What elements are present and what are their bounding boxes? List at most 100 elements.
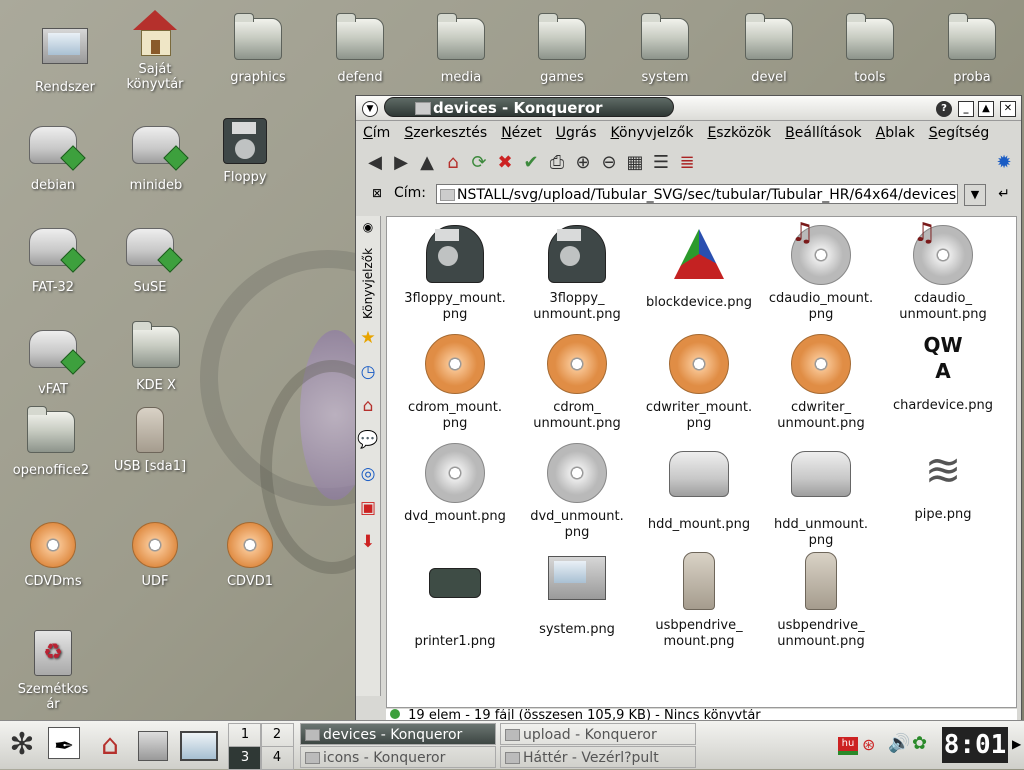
zoom-out-icon[interactable]: ⊖ — [598, 152, 620, 174]
pager-desktop-3[interactable]: 3 — [228, 746, 262, 770]
minimize-icon[interactable]: _ — [958, 101, 974, 117]
file-item[interactable]: usbpendrive_ mount.png — [639, 550, 759, 650]
file-item[interactable]: printer1.png — [395, 550, 515, 650]
settings-icon[interactable]: ✹ — [993, 152, 1015, 174]
menu-eszk-z-k[interactable]: Eszközök — [700, 122, 778, 146]
desktop-icon-debian[interactable]: debian — [8, 116, 98, 193]
desktop-icon-defend[interactable]: defend — [315, 12, 405, 85]
pager-desktop-4[interactable]: 4 — [260, 746, 294, 770]
desktop-icon-cdvdms[interactable]: CDVDms — [8, 520, 98, 589]
keyboard-layout-indicator[interactable]: hu — [838, 737, 858, 755]
home-icon[interactable]: ⌂ — [442, 152, 464, 174]
desktop-icon-kde-x[interactable]: KDE X — [111, 320, 201, 393]
menu-ablak[interactable]: Ablak — [869, 122, 922, 146]
forward-icon[interactable]: ▶ — [390, 152, 412, 174]
task-button[interactable]: icons - Konqueror — [300, 746, 496, 768]
maximize-icon[interactable]: ▲ — [978, 101, 994, 117]
desktop-icon-saj-t-k-nyvt-r[interactable]: Saját könyvtár — [110, 8, 200, 92]
desktop-icon-games[interactable]: games — [517, 12, 607, 85]
file-item[interactable]: hdd_mount.png — [639, 441, 759, 533]
network-icon[interactable]: ◎ — [356, 464, 380, 498]
history-icon[interactable]: ◷ — [356, 362, 380, 396]
task-button[interactable]: upload - Konqueror — [500, 723, 696, 745]
close-icon[interactable]: ✕ — [1000, 101, 1016, 117]
folder-red-icon[interactable]: ▣ — [356, 498, 380, 532]
kde-menu-icon[interactable]: ✻ — [4, 727, 40, 763]
editor-icon[interactable]: ✒ — [48, 727, 80, 760]
help-icon[interactable]: ? — [936, 101, 952, 117]
desktop-icon-proba[interactable]: proba — [927, 12, 1017, 85]
menu-szerkeszt-s[interactable]: Szerkesztés — [397, 122, 494, 146]
file-item[interactable]: cdwriter_ unmount.png — [761, 332, 881, 432]
window-menu-icon[interactable]: ▼ — [362, 101, 378, 117]
network-tray-icon[interactable]: ⊛ — [862, 735, 875, 754]
accept-icon[interactable]: ✔ — [520, 152, 542, 174]
desktop-icon-rendszer[interactable]: Rendszer — [20, 22, 110, 95]
desktop-icon-vfat[interactable]: vFAT — [8, 320, 98, 397]
file-item[interactable]: ≋ pipe.png — [883, 441, 1003, 523]
task-button[interactable]: Háttér - Vezérl?pult — [500, 746, 696, 768]
location-input[interactable]: NSTALL/svg/upload/Tubular_SVG/sec/tubula… — [436, 184, 958, 204]
file-item[interactable]: QW A chardevice.png — [883, 332, 1003, 414]
up-icon[interactable]: ▲ — [416, 152, 438, 174]
taskbar-scroll-icon[interactable]: ▶ — [1012, 737, 1021, 751]
file-item[interactable]: 3floppy_ unmount.png — [517, 223, 637, 323]
file-item[interactable]: 3floppy_mount. png — [395, 223, 515, 323]
chat-icon[interactable]: 💬 — [356, 430, 380, 464]
clock[interactable]: 8:01 — [942, 727, 1008, 763]
menu-k-nyvjelz-k[interactable]: Könyvjelzők — [604, 122, 701, 146]
menu-c-m[interactable]: Cím — [356, 122, 397, 146]
file-item[interactable]: dvd_unmount. png — [517, 441, 637, 541]
menu-seg-ts-g[interactable]: Segítség — [922, 122, 997, 146]
stop-icon[interactable]: ✖ — [494, 152, 516, 174]
file-item[interactable]: cdrom_ unmount.png — [517, 332, 637, 432]
file-item[interactable]: system.png — [517, 550, 637, 638]
file-item[interactable]: usbpendrive_ unmount.png — [761, 550, 881, 650]
home-icon[interactable]: ⌂ — [92, 727, 128, 763]
file-item[interactable]: ♫ cdaudio_mount. png — [761, 220, 881, 323]
clear-location-icon[interactable]: ⊠ — [372, 186, 382, 200]
home-icon[interactable]: ⌂ — [356, 396, 380, 430]
go-icon[interactable]: ↵ — [994, 184, 1014, 204]
desktop-icon[interactable] — [138, 731, 168, 761]
monitor-icon[interactable] — [180, 731, 218, 761]
desktop-icon-szem-tkos-r[interactable]: ♻ Szemétkos ár — [8, 628, 98, 712]
icon-view-icon[interactable]: ▦ — [624, 152, 646, 174]
desktop-icon-tools[interactable]: tools — [825, 12, 915, 85]
sidebar-config-icon[interactable]: ◉ — [356, 216, 380, 238]
menu-n-zet[interactable]: Nézet — [494, 122, 549, 146]
file-item[interactable]: ♫ cdaudio_ unmount.png — [883, 220, 1003, 323]
pager-desktop-1[interactable]: 1 — [228, 723, 262, 747]
tray-app-icon[interactable]: ✿ — [912, 733, 927, 754]
file-item[interactable]: cdrom_mount. png — [395, 332, 515, 432]
desktop-icon-udf[interactable]: UDF — [110, 520, 200, 589]
sidebar-tab-bookmarks[interactable]: Könyvjelzők — [356, 238, 380, 328]
window-titlebar[interactable]: ▼ devices - Konqueror ? _ ▲ ✕ — [356, 96, 1021, 121]
desktop-icon-usb-sda1-[interactable]: USB [sda1] — [105, 405, 195, 474]
reload-icon[interactable]: ⟳ — [468, 152, 490, 174]
desktop-icon-cdvd1[interactable]: CDVD1 — [205, 520, 295, 589]
file-item[interactable]: dvd_mount.png — [395, 441, 515, 525]
desktop-icon-floppy[interactable]: Floppy — [200, 116, 290, 185]
desktop-icon-graphics[interactable]: graphics — [213, 12, 303, 85]
services-icon[interactable]: ⬇ — [356, 532, 380, 566]
file-item[interactable]: hdd_unmount. png — [761, 441, 881, 549]
pager-desktop-2[interactable]: 2 — [260, 723, 294, 747]
desktop-icon-system[interactable]: system — [620, 12, 710, 85]
back-icon[interactable]: ◀ — [364, 152, 386, 174]
desktop-icon-media[interactable]: media — [416, 12, 506, 85]
list-view-icon[interactable]: ☰ — [650, 152, 672, 174]
file-item[interactable]: cdwriter_mount. png — [639, 332, 759, 432]
location-dropdown-button[interactable]: ▼ — [964, 184, 986, 206]
desktop-icon-openoffice2[interactable]: openoffice2 — [6, 405, 96, 478]
menu-be-ll-t-sok[interactable]: Beállítások — [778, 122, 869, 146]
menu-ugr-s[interactable]: Ugrás — [549, 122, 604, 146]
volume-icon[interactable]: 🔊 — [888, 733, 910, 754]
task-button[interactable]: devices - Konqueror — [300, 723, 496, 745]
desktop-icon-minideb[interactable]: minideb — [111, 116, 201, 193]
star-icon[interactable]: ★ — [356, 328, 380, 362]
print-icon[interactable]: ⎙ — [546, 152, 568, 174]
detail-view-icon[interactable]: ≣ — [676, 152, 698, 174]
desktop-icon-devel[interactable]: devel — [724, 12, 814, 85]
desktop-icon-fat-32[interactable]: FAT-32 — [8, 218, 98, 295]
